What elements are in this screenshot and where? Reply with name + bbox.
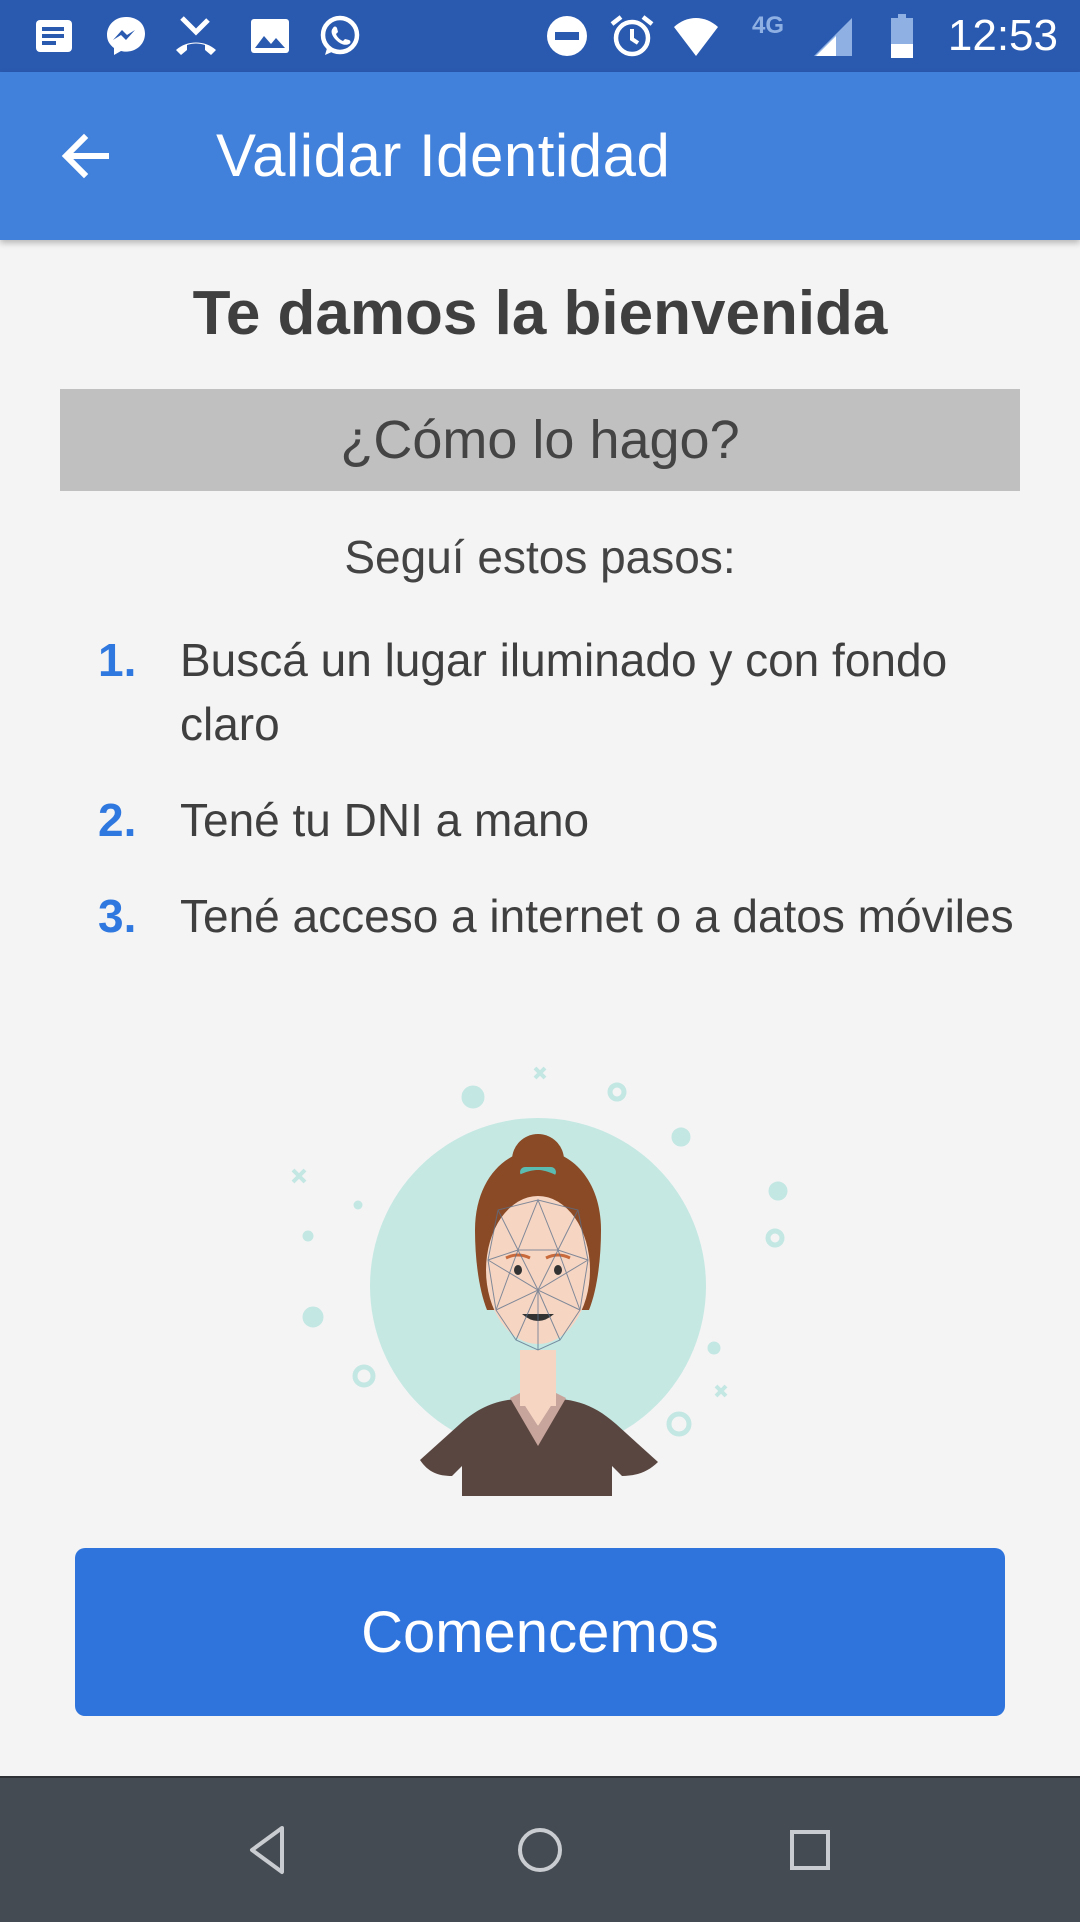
step-item: 3. Tené acceso a internet o a datos móvi…: [98, 884, 1038, 948]
system-nav-bar: [0, 1776, 1080, 1922]
page-title: Validar Identidad: [216, 122, 671, 189]
step-number: 3.: [98, 890, 137, 942]
recents-square-icon[interactable]: [778, 1818, 842, 1882]
how-to-banner: ¿Cómo lo hago?: [60, 389, 1020, 491]
step-item: 2. Tené tu DNI a mano: [98, 788, 1038, 852]
image-icon: [251, 19, 289, 53]
do-not-disturb-icon: [547, 16, 587, 56]
step-number: 1.: [98, 634, 137, 686]
wifi-icon: [674, 18, 718, 56]
back-triangle-icon[interactable]: [238, 1818, 302, 1882]
app-bar: Validar Identidad: [0, 72, 1080, 240]
step-text: Tené tu DNI a mano: [180, 794, 590, 846]
missed-call-icon: [176, 16, 216, 55]
messenger-icon: [107, 17, 145, 55]
notes-icon: [36, 20, 72, 52]
status-time: 12:53: [947, 11, 1058, 60]
face-scan-illustration: [291, 1066, 788, 1496]
step-number: 2.: [98, 794, 137, 846]
step-text: Buscá un lugar iluminado y con fondo cla…: [180, 634, 948, 750]
start-button[interactable]: Comencemos: [75, 1548, 1005, 1716]
status-bar: 4G 12:53: [0, 0, 1080, 72]
cell-signal-icon: [814, 18, 852, 56]
step-item: 1. Buscá un lugar iluminado y con fondo …: [98, 628, 1038, 756]
steps-list: 1. Buscá un lugar iluminado y con fondo …: [98, 628, 1038, 948]
home-circle-icon[interactable]: [508, 1818, 572, 1882]
battery-icon: [891, 14, 913, 58]
arrow-back-icon[interactable]: [50, 120, 122, 192]
welcome-heading: Te damos la bienvenida: [192, 279, 888, 348]
alarm-icon: [610, 15, 654, 57]
network-type-label: 4G: [752, 12, 785, 39]
how-to-title: ¿Cómo lo hago?: [340, 410, 740, 470]
steps-intro: Seguí estos pasos:: [344, 531, 736, 583]
whatsapp-icon: [320, 15, 360, 55]
step-text: Tené acceso a internet o a datos móviles: [180, 890, 1014, 942]
